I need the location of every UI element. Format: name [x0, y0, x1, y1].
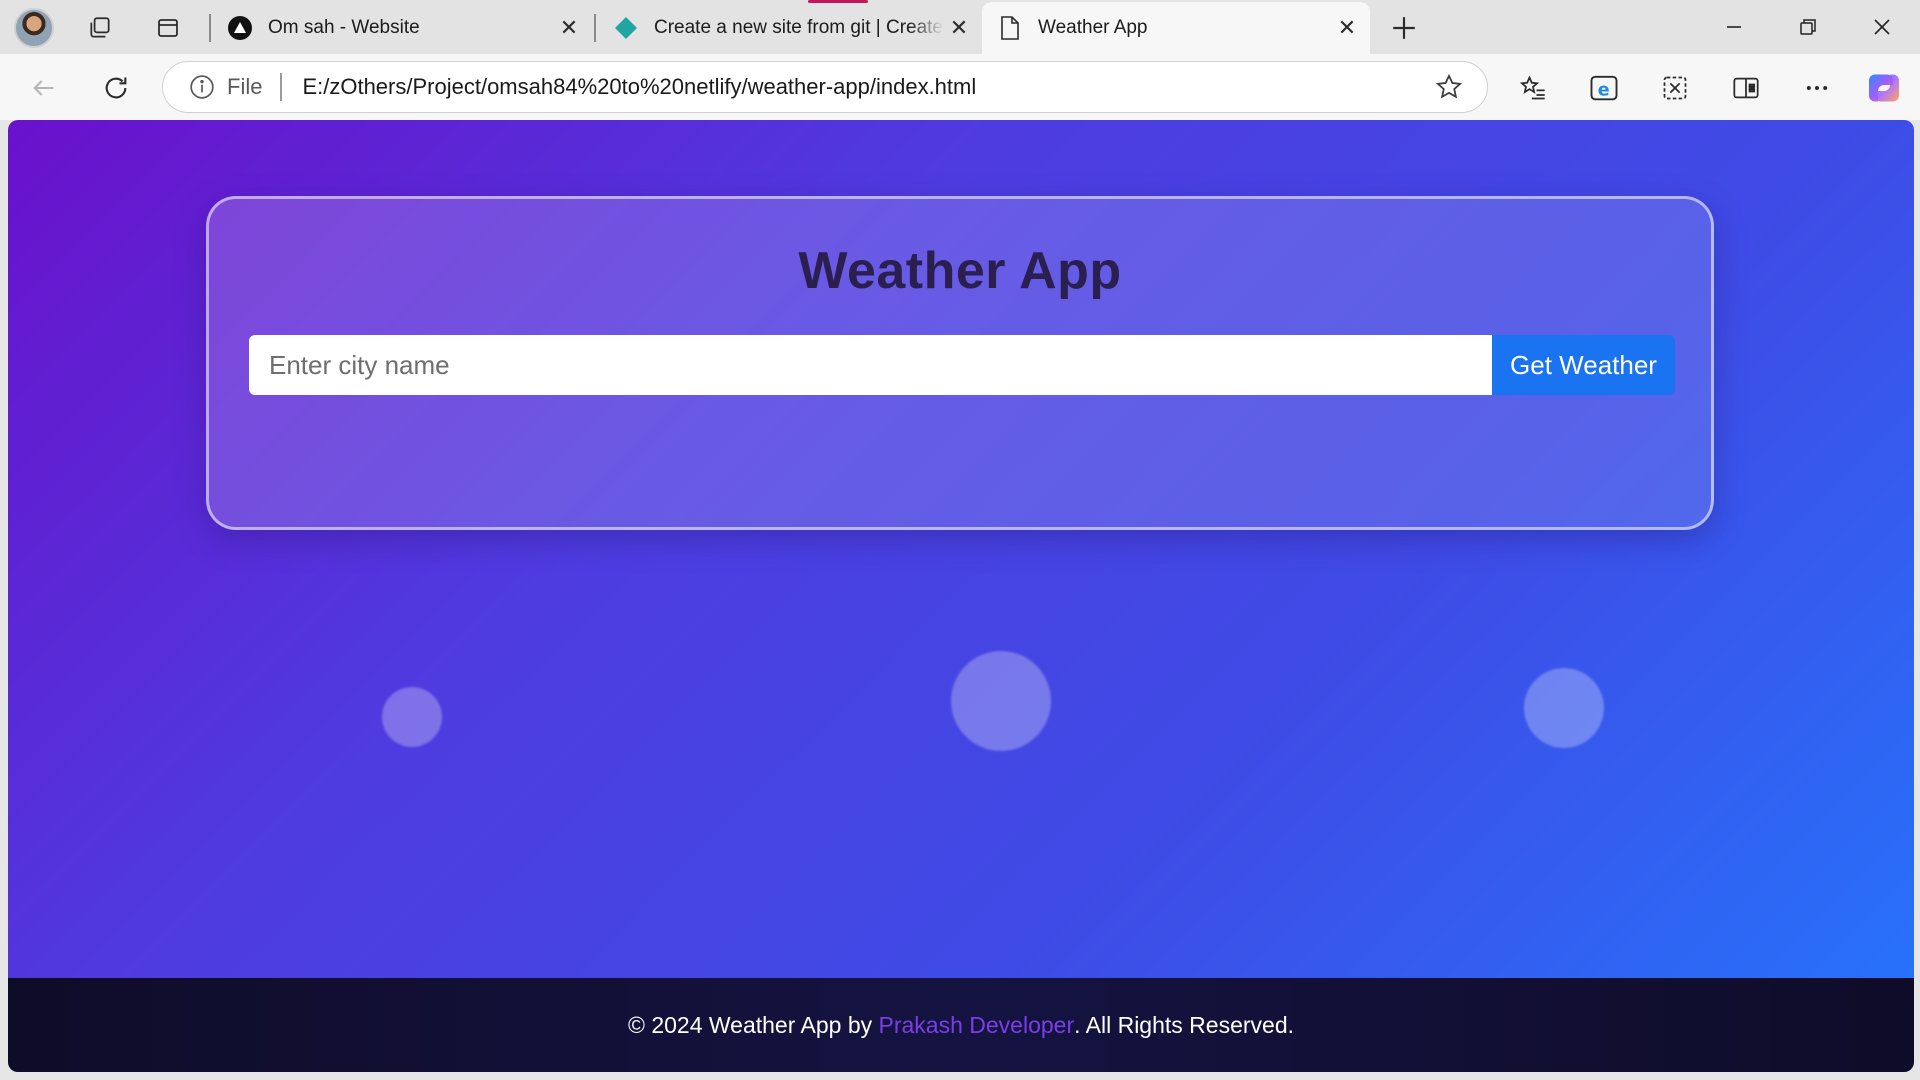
- page-footer: © 2024 Weather App by Prakash Developer …: [8, 978, 1914, 1072]
- close-tab-icon[interactable]: ✕: [1332, 13, 1362, 43]
- tab-title: Weather App: [1038, 17, 1148, 38]
- weather-card: Weather App Get Weather: [206, 196, 1714, 530]
- favorite-star-icon[interactable]: [1431, 69, 1467, 105]
- minimize-icon[interactable]: [1710, 8, 1758, 46]
- get-weather-button[interactable]: Get Weather: [1492, 335, 1675, 395]
- city-search-input[interactable]: [249, 335, 1492, 395]
- triangle-logo-icon: [228, 16, 252, 40]
- refresh-icon[interactable]: [96, 68, 136, 108]
- footer-copyright: © 2024 Weather App by: [627, 1011, 879, 1038]
- close-tab-icon[interactable]: ✕: [554, 13, 584, 43]
- back-arrow-icon[interactable]: [24, 68, 64, 108]
- collections-icon[interactable]: [1726, 68, 1766, 108]
- browser-toolbar: File E:/zOthers/Project/omsah84%20to%20n…: [0, 54, 1920, 120]
- new-tab-icon[interactable]: [1386, 10, 1422, 46]
- workspaces-icon[interactable]: [84, 12, 116, 44]
- footer-rights: . All Rights Reserved.: [1074, 1011, 1294, 1038]
- tab-netlify-create-site[interactable]: Create a new site from git | Create ✕: [598, 5, 982, 51]
- address-separator: [280, 73, 283, 101]
- address-bar[interactable]: File E:/zOthers/Project/omsah84%20to%20n…: [162, 61, 1488, 113]
- svg-text:e: e: [1598, 81, 1610, 101]
- close-window-icon[interactable]: [1858, 8, 1906, 46]
- netlify-diamond-icon: [614, 16, 638, 40]
- close-tab-icon[interactable]: ✕: [944, 13, 974, 43]
- decorative-bubble: [382, 687, 442, 747]
- url-text[interactable]: E:/zOthers/Project/omsah84%20to%20netlif…: [302, 74, 1431, 100]
- tab-strip: Om sah - Website ✕ Create a new site fro…: [0, 0, 1920, 54]
- more-options-icon[interactable]: [1797, 68, 1837, 108]
- profile-avatar[interactable]: [14, 8, 54, 48]
- page-viewport: Weather App Get Weather © 2024 Weather A…: [8, 120, 1914, 1072]
- vertical-tabs-icon[interactable]: [152, 12, 184, 44]
- screenshot-icon[interactable]: [1655, 68, 1695, 108]
- footer-author-link[interactable]: Prakash Developer: [879, 1012, 1075, 1039]
- copilot-icon[interactable]: [1864, 68, 1904, 108]
- favorites-icon[interactable]: [1513, 68, 1553, 108]
- search-row: Get Weather: [249, 335, 1675, 395]
- decorative-bubble: [951, 651, 1051, 751]
- site-info-icon[interactable]: [187, 72, 217, 102]
- decorative-bubble: [1524, 668, 1604, 748]
- tab-separator: [209, 14, 211, 42]
- tab-weather-app[interactable]: Weather App ✕: [982, 2, 1370, 54]
- edge-ie-mode-icon[interactable]: e: [1584, 68, 1624, 108]
- tab-title: Om sah - Website: [268, 17, 420, 38]
- url-scheme-label: File: [227, 74, 263, 99]
- window-bottom-edge: [0, 1072, 1920, 1080]
- browser-window: Om sah - Website ✕ Create a new site fro…: [0, 0, 1920, 1080]
- loading-indicator: [808, 0, 868, 3]
- page-icon: [998, 16, 1022, 40]
- page-title: Weather App: [798, 242, 1122, 300]
- tab-om-sah-website[interactable]: Om sah - Website ✕: [212, 5, 592, 51]
- tab-title: Create a new site from git | Create: [654, 17, 943, 38]
- tab-separator: [594, 14, 596, 42]
- restore-icon[interactable]: [1784, 8, 1832, 46]
